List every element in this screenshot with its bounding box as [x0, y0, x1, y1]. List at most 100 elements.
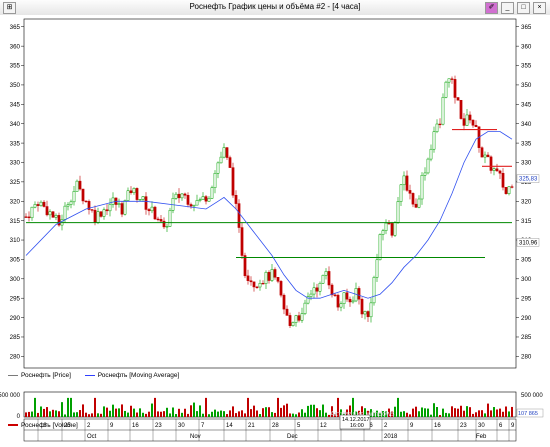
candle-body — [384, 222, 388, 231]
volume-bar — [310, 404, 312, 417]
volume-bar — [400, 411, 402, 417]
candle-body — [99, 211, 103, 217]
price-tick-label-left: 365 — [10, 24, 21, 31]
candle-body — [387, 222, 391, 225]
candle-body — [348, 298, 352, 303]
volume-bar — [85, 412, 87, 417]
chart-area[interactable]: 365 365 360 360 355 355 350 350 345 345 340 340 335 3… — [0, 15, 550, 447]
volume-bar — [241, 410, 243, 417]
price-tick-label-left: 355 — [10, 63, 21, 70]
price-tick-label-left: 340 — [10, 121, 21, 128]
volume-bar — [271, 412, 273, 417]
candle-body — [321, 275, 325, 284]
candle-body — [405, 175, 409, 191]
volume-bar — [322, 404, 324, 417]
volume-bar — [175, 414, 177, 417]
date-day-label: 23 — [155, 423, 162, 429]
volume-bar — [151, 403, 153, 417]
volume-bar — [286, 403, 288, 417]
volume-bar — [301, 409, 303, 417]
candle-body — [390, 223, 394, 236]
candle-body — [366, 311, 370, 318]
candle-body — [249, 280, 253, 283]
volume-bar — [265, 407, 267, 417]
close-button[interactable]: × — [533, 2, 546, 14]
volume-bar — [91, 413, 93, 417]
candle-body — [189, 204, 193, 207]
candle-body — [342, 292, 346, 304]
price-tick-label-left: 320 — [10, 198, 21, 205]
candle-body — [315, 287, 319, 292]
candle-body — [24, 216, 28, 218]
volume-bar — [427, 408, 429, 417]
legend-swatch-ma — [84, 375, 95, 376]
price-tick-label-left: 285 — [10, 334, 21, 341]
price-tick-label-right: 315 — [521, 218, 532, 225]
volume-bar — [487, 403, 489, 417]
volume-bar — [223, 411, 225, 417]
candle-body — [117, 203, 121, 205]
volume-bar — [448, 413, 450, 417]
candle-body — [159, 219, 163, 222]
candle-body — [96, 211, 100, 223]
volume-bar — [187, 413, 189, 417]
candle-body — [510, 186, 514, 188]
candle-body — [489, 156, 493, 171]
date-day-label: 23 — [460, 423, 467, 429]
date-month-label: 2018 — [384, 434, 398, 440]
date-month-label: Feb — [476, 434, 487, 440]
price-legend: Роснефть [Price] Роснефть [Moving Averag… — [8, 371, 191, 380]
candle-body — [198, 199, 202, 201]
volume-bar — [232, 406, 234, 417]
candle-body — [264, 272, 268, 284]
volume-bar — [457, 408, 459, 417]
candle-body — [183, 193, 187, 196]
candle-body — [90, 209, 94, 211]
candle-body — [192, 204, 196, 207]
volume-bar — [166, 407, 168, 417]
window-titlebar: ⊞ Роснефть График цены и объёма #2 - [4 … — [0, 0, 550, 16]
volume-bar — [268, 407, 270, 417]
candle-body — [54, 215, 58, 218]
volume-bar — [235, 413, 237, 417]
candle-body — [144, 196, 148, 210]
price-tick-label-left: 335 — [10, 140, 21, 147]
volume-bar — [97, 413, 99, 417]
windows-activation-watermark: Активация Windows — [330, 411, 395, 418]
price-volume-chart[interactable]: 365 365 360 360 355 355 350 350 345 345 340 340 335 3… — [0, 15, 550, 447]
date-month-label: Dec — [287, 434, 298, 440]
volume-bar — [43, 408, 45, 417]
volume-bar — [178, 408, 180, 417]
price-tick-label-right: 360 — [521, 43, 532, 50]
date-day-label: 16 — [434, 423, 441, 429]
legend-swatch-volume — [8, 424, 18, 426]
volume-bar — [103, 406, 105, 417]
candle-body — [270, 269, 274, 281]
volume-bar — [40, 406, 42, 417]
candle-body — [273, 269, 277, 278]
candle-body — [414, 203, 418, 208]
volume-bar — [220, 410, 222, 417]
window-title: Роснефть График цены и объёма #2 - [4 ча… — [189, 2, 361, 11]
date-day-label: 21 — [248, 423, 255, 429]
volume-bar — [493, 407, 495, 417]
minimize-button[interactable]: _ — [501, 2, 514, 14]
volume-bar — [445, 412, 447, 417]
candle-body — [219, 156, 223, 164]
candle-body — [204, 196, 208, 202]
maximize-button[interactable]: □ — [517, 2, 530, 14]
candle-body — [432, 131, 436, 150]
volume-bar — [238, 411, 240, 417]
volume-bar — [133, 408, 135, 417]
volume-bar — [274, 412, 276, 417]
volume-bar — [211, 411, 213, 417]
candle-body — [123, 200, 127, 215]
price-tick-label-left: 315 — [10, 218, 21, 225]
pin-icon[interactable]: ✐ — [485, 2, 498, 14]
price-tick-label-left: 310 — [10, 237, 21, 244]
candle-body — [27, 216, 31, 219]
volume-bar — [109, 410, 111, 417]
candle-body — [423, 172, 427, 176]
candle-body — [426, 158, 430, 174]
volume-bar — [52, 409, 54, 417]
